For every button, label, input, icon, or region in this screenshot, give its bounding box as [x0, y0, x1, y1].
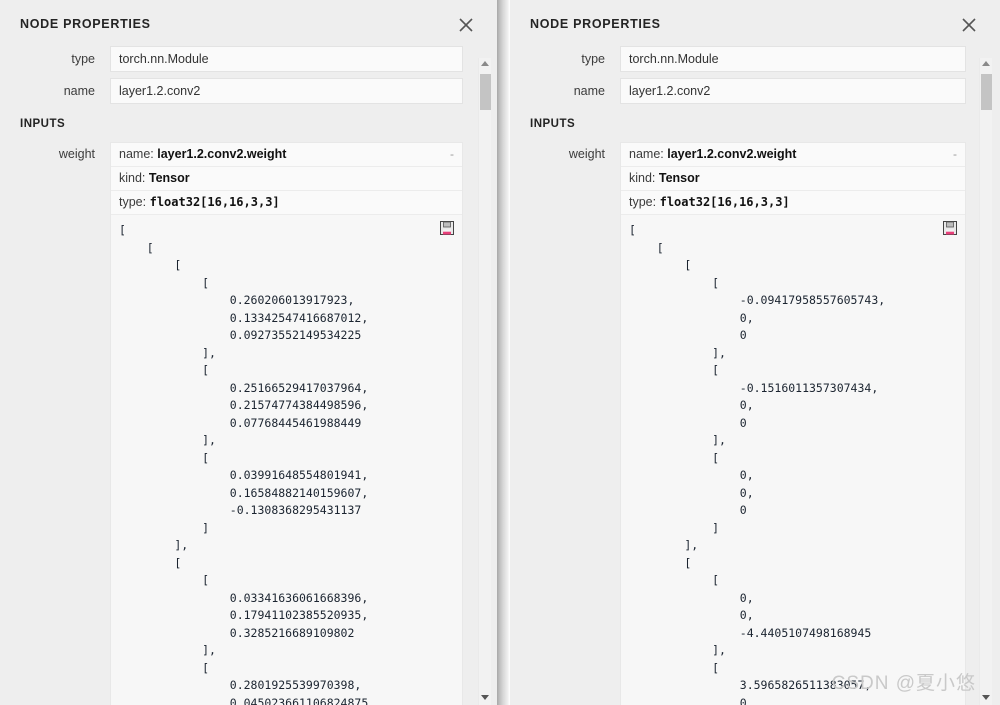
app-root: NODE PROPERTIES type torch.nn.Module nam… [0, 0, 1000, 705]
argument-type-value: float32[16,16,3,3] [659, 195, 790, 209]
argument-name-key: name: [629, 147, 664, 161]
argument-type-line: type: float32[16,16,3,3] [621, 191, 965, 215]
argument-name-key: name: [119, 147, 154, 161]
property-label-type: type [581, 52, 605, 66]
save-icon[interactable] [943, 221, 957, 235]
argument-kind-line: kind: Tensor [621, 167, 965, 191]
tensor-value-area: [ [ [ [ 0.260206013917923, 0.13342547416… [111, 215, 462, 705]
argument-kind-line: kind: Tensor [111, 167, 462, 191]
argument-name-line: name: layer1.2.conv2.weight - [111, 143, 462, 167]
property-row-type: type torch.nn.Module [0, 46, 497, 72]
property-value-type[interactable]: torch.nn.Module [620, 46, 966, 72]
page-title: NODE PROPERTIES [20, 17, 151, 31]
argument-kind-key: kind: [629, 171, 656, 185]
section-heading-inputs: INPUTS [530, 118, 576, 130]
node-properties-panel-left: NODE PROPERTIES type torch.nn.Module nam… [0, 0, 497, 705]
argument-detail-box: name: layer1.2.conv2.weight - kind: Tens… [620, 142, 966, 705]
collapse-toggle-icon[interactable]: - [953, 147, 957, 161]
panel-divider [497, 0, 510, 705]
input-argument-weight: weight name: layer1.2.conv2.weight - kin… [0, 142, 497, 705]
scrollbar-thumb[interactable] [981, 74, 992, 110]
property-label-name: name [63, 84, 95, 98]
node-properties-panel-right: NODE PROPERTIES type torch.nn.Module nam… [510, 0, 1000, 705]
close-icon[interactable] [455, 14, 477, 36]
panel-scrollbar-left[interactable] [478, 58, 491, 705]
property-value-name[interactable]: layer1.2.conv2 [110, 78, 463, 104]
argument-type-key: type: [629, 195, 657, 209]
property-row-name: name layer1.2.conv2 [510, 78, 1000, 104]
scroll-up-arrow-icon[interactable] [481, 61, 489, 66]
argument-name-value: layer1.2.conv2.weight [667, 147, 797, 161]
property-value-type[interactable]: torch.nn.Module [110, 46, 463, 72]
scroll-down-arrow-icon[interactable] [481, 695, 489, 700]
argument-name-value: layer1.2.conv2.weight [157, 147, 287, 161]
property-value-name[interactable]: layer1.2.conv2 [620, 78, 966, 104]
property-row-type: type torch.nn.Module [510, 46, 1000, 72]
argument-kind-value: Tensor [148, 171, 190, 185]
argument-type-line: type: float32[16,16,3,3] [111, 191, 462, 215]
argument-kind-key: kind: [119, 171, 146, 185]
close-icon[interactable] [958, 14, 980, 36]
property-label-name: name [573, 84, 605, 98]
collapse-toggle-icon[interactable]: - [450, 147, 454, 161]
argument-label-weight: weight [568, 147, 605, 161]
property-label-type: type [71, 52, 95, 66]
page-title: NODE PROPERTIES [530, 17, 661, 31]
input-argument-weight: weight name: layer1.2.conv2.weight - kin… [510, 142, 1000, 705]
argument-detail-box: name: layer1.2.conv2.weight - kind: Tens… [110, 142, 463, 705]
scroll-down-arrow-icon[interactable] [982, 695, 990, 700]
tensor-value-text[interactable]: [ [ [ [ -0.09417958557605743, 0, 0 ], [ … [629, 222, 957, 705]
tensor-value-area: [ [ [ [ -0.09417958557605743, 0, 0 ], [ … [621, 215, 965, 705]
panel-header: NODE PROPERTIES [510, 0, 1000, 46]
tensor-value-text[interactable]: [ [ [ [ 0.260206013917923, 0.13342547416… [119, 222, 454, 705]
property-row-name: name layer1.2.conv2 [0, 78, 497, 104]
panel-scrollbar-right[interactable] [979, 58, 992, 705]
argument-kind-value: Tensor [658, 171, 700, 185]
section-heading-inputs: INPUTS [20, 118, 66, 130]
argument-type-value: float32[16,16,3,3] [149, 195, 280, 209]
save-icon[interactable] [440, 221, 454, 235]
scroll-up-arrow-icon[interactable] [982, 61, 990, 66]
argument-type-key: type: [119, 195, 147, 209]
argument-label-weight: weight [58, 147, 95, 161]
panel-header: NODE PROPERTIES [0, 0, 497, 46]
scrollbar-thumb[interactable] [480, 74, 491, 110]
argument-name-line: name: layer1.2.conv2.weight - [621, 143, 965, 167]
